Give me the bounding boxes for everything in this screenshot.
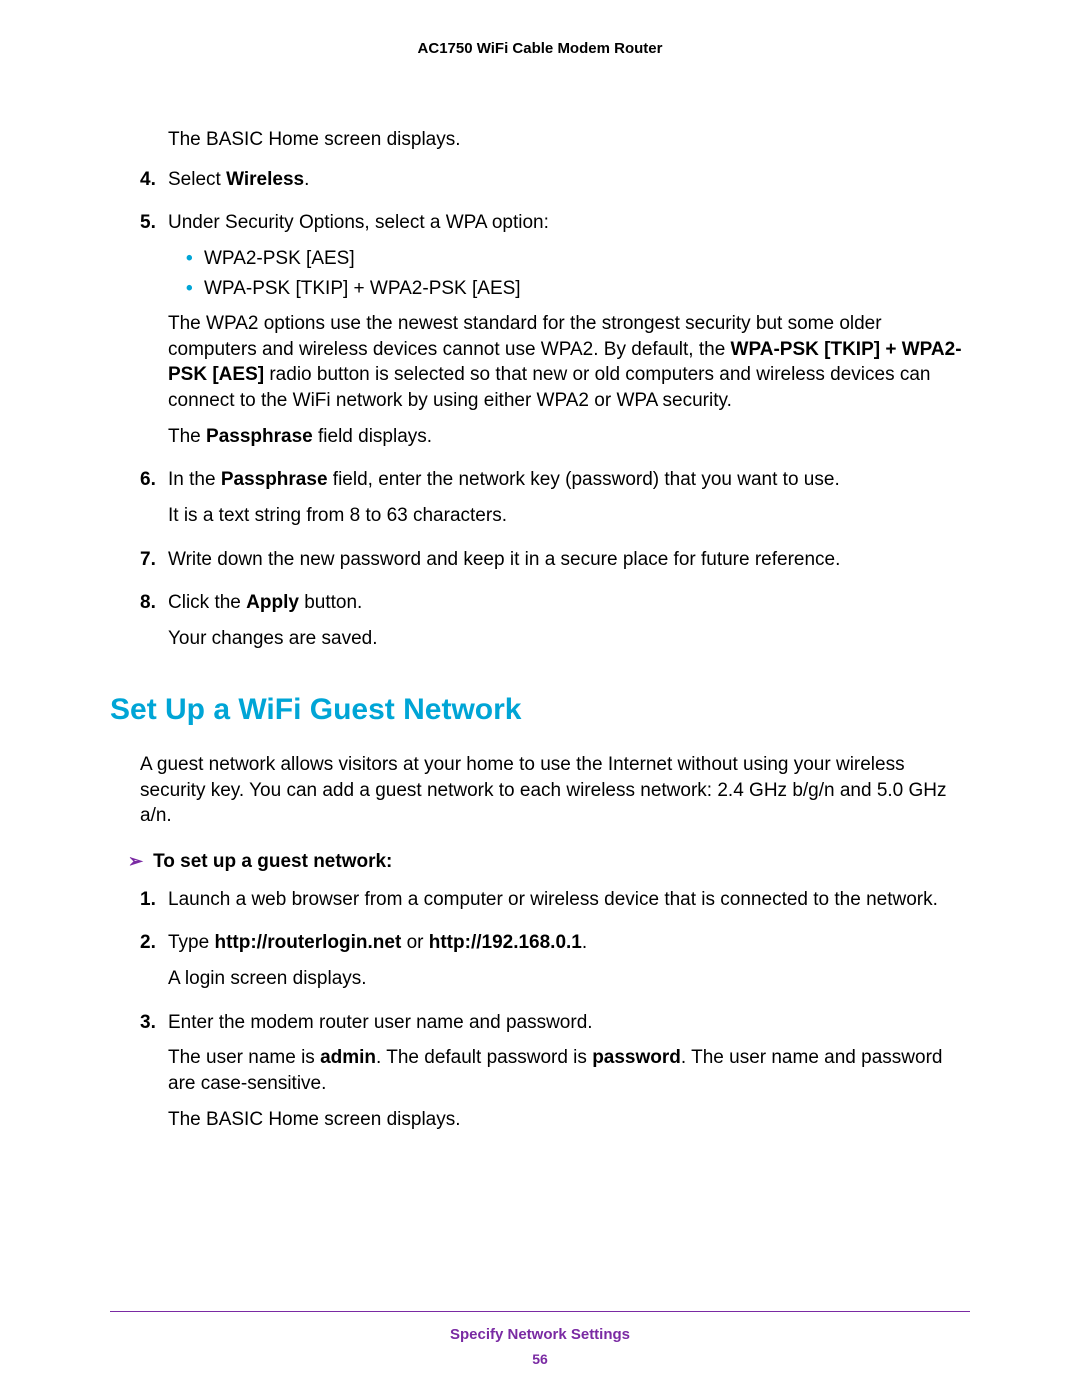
text: . <box>582 932 587 953</box>
text: Your changes are saved. <box>168 626 970 652</box>
step-content: Launch a web browser from a computer or … <box>168 887 970 923</box>
step-content: Write down the new password and keep it … <box>168 547 970 583</box>
bullet-icon: • <box>186 246 204 272</box>
bold-text: Passphrase <box>221 469 328 490</box>
text: It is a text string from 8 to 63 charact… <box>168 503 970 529</box>
task-heading: ➢ To set up a guest network: <box>128 849 970 875</box>
step-number: 7. <box>140 547 168 583</box>
bold-text: password <box>592 1047 681 1068</box>
text: . The default password is <box>376 1047 592 1068</box>
bullet-text: WPA2-PSK [AES] <box>204 246 355 272</box>
text: A login screen displays. <box>168 966 970 992</box>
bullet-text: WPA-PSK [TKIP] + WPA2-PSK [AES] <box>204 276 521 302</box>
step-lead: Under Security Options, select a WPA opt… <box>168 210 970 236</box>
bullet-item: • WPA2-PSK [AES] <box>186 246 970 272</box>
bold-text: admin <box>320 1047 376 1068</box>
step-number: 5. <box>140 210 168 459</box>
step-number: 3. <box>140 1010 168 1143</box>
text: Type <box>168 932 214 953</box>
bullet-icon: • <box>186 276 204 302</box>
step-5: 5. Under Security Options, select a WPA … <box>110 210 970 459</box>
step-content: Enter the modem router user name and pas… <box>168 1010 970 1143</box>
text: field displays. <box>313 426 432 447</box>
step-number: 4. <box>140 167 168 203</box>
step-content: Click the Apply button. Your changes are… <box>168 590 970 661</box>
intro-line: The BASIC Home screen displays. <box>168 127 970 153</box>
footer-chapter: Specify Network Settings <box>110 1326 970 1343</box>
task-label: To set up a guest network: <box>153 849 392 875</box>
section-heading: Set Up a WiFi Guest Network <box>110 690 970 731</box>
arrow-icon: ➢ <box>128 849 143 873</box>
text: . <box>304 169 309 190</box>
step-7: 7. Write down the new password and keep … <box>110 547 970 583</box>
step-8: 8. Click the Apply button. Your changes … <box>110 590 970 661</box>
text: Click the <box>168 592 246 613</box>
guest-step-1: 1. Launch a web browser from a computer … <box>110 887 970 923</box>
step-6: 6. In the Passphrase field, enter the ne… <box>110 467 970 538</box>
page-footer: Specify Network Settings 56 <box>110 1311 970 1367</box>
bold-text: http://routerlogin.net <box>214 932 401 953</box>
bold-text: Apply <box>246 592 299 613</box>
step-content: Select Wireless. <box>168 167 970 203</box>
bold-text: Passphrase <box>206 426 313 447</box>
bullet-list: • WPA2-PSK [AES] • WPA-PSK [TKIP] + WPA2… <box>186 246 970 301</box>
header-title: AC1750 WiFi Cable Modem Router <box>418 40 663 57</box>
text: field, enter the network key (password) … <box>328 469 840 490</box>
step-number: 6. <box>140 467 168 538</box>
text: The user name is <box>168 1047 320 1068</box>
body-content: The BASIC Home screen displays. 4. Selec… <box>110 127 970 1142</box>
step-content: In the Passphrase field, enter the netwo… <box>168 467 970 538</box>
step-number: 1. <box>140 887 168 923</box>
text: or <box>401 932 428 953</box>
bold-text: http://192.168.0.1 <box>429 932 582 953</box>
text: Select <box>168 169 226 190</box>
guest-step-2: 2. Type http://routerlogin.net or http:/… <box>110 930 970 1001</box>
text: Enter the modem router user name and pas… <box>168 1010 970 1036</box>
step-content: Type http://routerlogin.net or http://19… <box>168 930 970 1001</box>
text: Write down the new password and keep it … <box>168 547 970 573</box>
text: Launch a web browser from a computer or … <box>168 887 970 913</box>
footer-page-number: 56 <box>110 1351 970 1367</box>
step-number: 8. <box>140 590 168 661</box>
step-content: Under Security Options, select a WPA opt… <box>168 210 970 459</box>
document-page: AC1750 WiFi Cable Modem Router The BASIC… <box>0 0 1080 1397</box>
text: In the <box>168 469 221 490</box>
section-intro: A guest network allows visitors at your … <box>140 752 970 829</box>
bullet-item: • WPA-PSK [TKIP] + WPA2-PSK [AES] <box>186 276 970 302</box>
text: radio button is selected so that new or … <box>168 364 931 411</box>
text: button. <box>299 592 362 613</box>
text: The <box>168 426 206 447</box>
page-header: AC1750 WiFi Cable Modem Router <box>110 40 970 57</box>
bold-text: Wireless <box>226 169 304 190</box>
step-4: 4. Select Wireless. <box>110 167 970 203</box>
text: The BASIC Home screen displays. <box>168 1107 970 1133</box>
step-number: 2. <box>140 930 168 1001</box>
guest-step-3: 3. Enter the modem router user name and … <box>110 1010 970 1143</box>
